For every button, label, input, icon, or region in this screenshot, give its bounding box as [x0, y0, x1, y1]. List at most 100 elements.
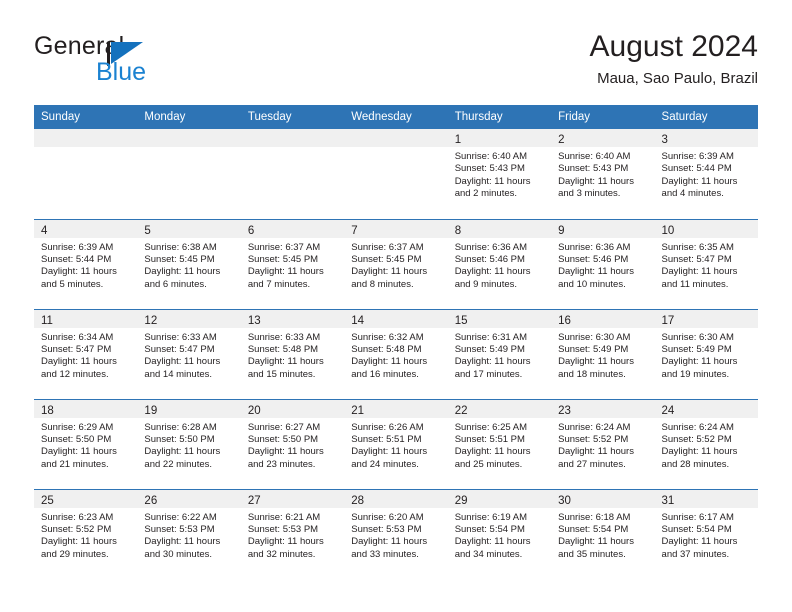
day-number: 27 — [247, 494, 261, 507]
daylight-text-line2: and 21 minutes. — [41, 458, 109, 470]
day-cell[interactable]: 30 Sunrise: 6:18 AM Sunset: 5:54 PM Dayligh… — [551, 488, 655, 579]
sunrise-text: Sunrise: 6:21 AM — [247, 511, 321, 523]
day-number: 15 — [454, 314, 468, 327]
sunset-text: Sunset: 5:44 PM — [41, 253, 112, 265]
day-cell[interactable]: 16 Sunrise: 6:30 AM Sunset: 5:49 PM Dayligh… — [551, 308, 655, 399]
sunset-text: Sunset: 5:54 PM — [558, 523, 629, 535]
calendar-table: Sunday Monday Tuesday Wednesday Thursday… — [34, 105, 758, 579]
day-cell[interactable]: 7 Sunrise: 6:37 AM Sunset: 5:45 PM Daylight… — [344, 218, 448, 309]
daylight-text-line1: Daylight: 11 hours — [454, 175, 531, 187]
sunrise-text: Sunrise: 6:32 AM — [351, 331, 424, 343]
sunset-text: Sunset: 5:50 PM — [144, 433, 215, 445]
daylight-text-line2: and 14 minutes. — [144, 368, 213, 380]
day-number: 28 — [351, 494, 365, 507]
sunset-text: Sunset: 5:53 PM — [247, 523, 319, 535]
day-cell[interactable]: 25 Sunrise: 6:23 AM Sunset: 5:52 PM Dayligh… — [34, 488, 138, 579]
day-number: 31 — [661, 494, 675, 507]
sunrise-text: Sunrise: 6:22 AM — [144, 511, 217, 523]
daylight-text-line1: Daylight: 11 hours — [454, 446, 531, 458]
day-cell[interactable]: 9 Sunrise: 6:36 AM Sunset: 5:46 PM Daylight… — [551, 218, 655, 309]
weekday-header-sunday: Sunday — [34, 105, 138, 129]
daylight-text-line2: and 7 minutes. — [247, 278, 311, 290]
daylight-text-line1: Daylight: 11 hours — [351, 446, 428, 458]
daylight-text-line1: Daylight: 11 hours — [351, 266, 428, 278]
day-cell[interactable]: 10 Sunrise: 6:35 AM Sunset: 5:47 PM Dayligh… — [654, 218, 758, 309]
day-cell[interactable]: 14 Sunrise: 6:32 AM Sunset: 5:48 PM Dayligh… — [344, 308, 448, 399]
sunset-text: Sunset: 5:52 PM — [558, 433, 629, 445]
daylight-text-line1: Daylight: 11 hours — [144, 446, 221, 458]
sunset-text: Sunset: 5:49 PM — [558, 343, 629, 355]
day-cell[interactable]: 1 Sunrise: 6:40 AM Sunset: 5:43 PM Daylight… — [447, 129, 552, 219]
daylight-text-line2: and 34 minutes. — [454, 548, 523, 560]
sunset-text: Sunset: 5:51 PM — [454, 433, 525, 445]
sunset-text: Sunset: 5:45 PM — [247, 253, 319, 265]
day-cell[interactable]: 6 Sunrise: 6:37 AM Sunset: 5:45 PM Daylight… — [240, 218, 345, 309]
daylight-text-line1: Daylight: 11 hours — [661, 175, 738, 187]
day-cell[interactable]: 19 Sunrise: 6:28 AM Sunset: 5:50 PM Dayligh… — [137, 398, 241, 489]
day-cell[interactable]: 20 Sunrise: 6:27 AM Sunset: 5:50 PM Dayligh… — [240, 398, 345, 489]
sunrise-text: Sunrise: 6:33 AM — [247, 331, 321, 343]
daylight-text-line2: and 2 minutes. — [454, 188, 518, 200]
day-cell[interactable]: 23 Sunrise: 6:24 AM Sunset: 5:52 PM Dayligh… — [551, 398, 655, 489]
sunset-text: Sunset: 5:47 PM — [144, 343, 215, 355]
day-number: 13 — [247, 314, 261, 327]
day-cell[interactable]: 13 Sunrise: 6:33 AM Sunset: 5:48 PM Dayligh… — [240, 308, 345, 399]
day-cell[interactable]: 28 Sunrise: 6:20 AM Sunset: 5:53 PM Dayligh… — [344, 488, 448, 579]
title-block: August 2024 Maua, Sao Paulo, Brazil — [590, 28, 758, 90]
daylight-text-line2: and 23 minutes. — [247, 458, 316, 470]
day-cell[interactable]: 26 Sunrise: 6:22 AM Sunset: 5:53 PM Dayligh… — [137, 488, 241, 579]
day-cell[interactable]: 12 Sunrise: 6:33 AM Sunset: 5:47 PM Dayligh… — [137, 308, 241, 399]
sunset-text: Sunset: 5:51 PM — [351, 433, 422, 445]
day-number: 9 — [558, 224, 565, 237]
daylight-text-line2: and 27 minutes. — [558, 458, 626, 470]
day-cell[interactable] — [34, 129, 138, 219]
day-cell[interactable]: 18 Sunrise: 6:29 AM Sunset: 5:50 PM Dayligh… — [34, 398, 138, 489]
day-cell[interactable]: 15 Sunrise: 6:31 AM Sunset: 5:49 PM Dayligh… — [447, 308, 552, 399]
day-cell[interactable]: 2 Sunrise: 6:40 AM Sunset: 5:43 PM Daylight… — [551, 129, 655, 219]
day-number: 22 — [454, 404, 468, 417]
daylight-text-line1: Daylight: 11 hours — [558, 175, 634, 187]
day-number: 3 — [661, 134, 668, 146]
daylight-text-line2: and 30 minutes. — [144, 548, 213, 560]
sunrise-text: Sunrise: 6:37 AM — [247, 241, 321, 253]
sunset-text: Sunset: 5:49 PM — [454, 343, 525, 355]
day-cell[interactable]: 17 Sunrise: 6:30 AM Sunset: 5:49 PM Dayligh… — [654, 308, 758, 399]
day-cell[interactable]: 31 Sunrise: 6:17 AM Sunset: 5:54 PM Dayligh… — [654, 488, 758, 579]
location-subtitle: Maua, Sao Paulo, Brazil — [597, 70, 758, 87]
day-number: 1 — [454, 134, 462, 146]
sunrise-text: Sunrise: 6:40 AM — [454, 151, 528, 162]
day-cell[interactable]: 22 Sunrise: 6:25 AM Sunset: 5:51 PM Dayligh… — [447, 398, 552, 489]
brand-logo[interactable]: General Blue — [34, 32, 254, 88]
sunset-text: Sunset: 5:49 PM — [661, 343, 732, 355]
daylight-text-line1: Daylight: 11 hours — [558, 446, 634, 458]
daylight-text-line2: and 18 minutes. — [558, 368, 626, 380]
daylight-text-line2: and 3 minutes. — [558, 188, 621, 200]
day-number: 29 — [454, 494, 468, 507]
day-number: 20 — [247, 404, 261, 417]
day-cell[interactable] — [137, 129, 241, 219]
day-number: 24 — [661, 404, 675, 417]
day-number: 11 — [41, 314, 53, 327]
day-cell[interactable]: 27 Sunrise: 6:21 AM Sunset: 5:53 PM Dayligh… — [240, 488, 345, 579]
day-cell[interactable]: 21 Sunrise: 6:26 AM Sunset: 5:51 PM Dayligh… — [344, 398, 448, 489]
day-cell[interactable]: 8 Sunrise: 6:36 AM Sunset: 5:46 PM Daylight… — [447, 218, 552, 309]
weekday-header-monday: Monday — [137, 105, 241, 129]
daylight-text-line1: Daylight: 11 hours — [661, 356, 738, 368]
day-cell[interactable]: 3 Sunrise: 6:39 AM Sunset: 5:44 PM Daylight… — [654, 129, 758, 219]
day-cell[interactable]: 5 Sunrise: 6:38 AM Sunset: 5:45 PM Daylight… — [137, 218, 241, 309]
weekday-header-saturday: Saturday — [654, 105, 758, 129]
daylight-text-line1: Daylight: 11 hours — [351, 356, 428, 368]
sunrise-text: Sunrise: 6:29 AM — [41, 421, 114, 433]
day-number: 26 — [144, 494, 158, 507]
sunrise-text: Sunrise: 6:24 AM — [558, 421, 631, 433]
day-cell[interactable]: 24 Sunrise: 6:24 AM Sunset: 5:52 PM Dayligh… — [654, 398, 758, 489]
sunrise-text: Sunrise: 6:39 AM — [661, 151, 734, 162]
day-cell[interactable] — [344, 129, 448, 219]
day-cell[interactable]: 4 Sunrise: 6:39 AM Sunset: 5:44 PM Daylight… — [34, 218, 138, 309]
day-cell[interactable]: 29 Sunrise: 6:19 AM Sunset: 5:54 PM Dayligh… — [447, 488, 552, 579]
day-number: 14 — [351, 314, 365, 327]
sunset-text: Sunset: 5:47 PM — [41, 343, 112, 355]
day-cell[interactable]: 11 Sunrise: 6:34 AM Sunset: 5:47 PM Dayligh… — [34, 308, 138, 399]
day-cell[interactable] — [240, 129, 345, 219]
daylight-text-line1: Daylight: 11 hours — [144, 536, 221, 548]
